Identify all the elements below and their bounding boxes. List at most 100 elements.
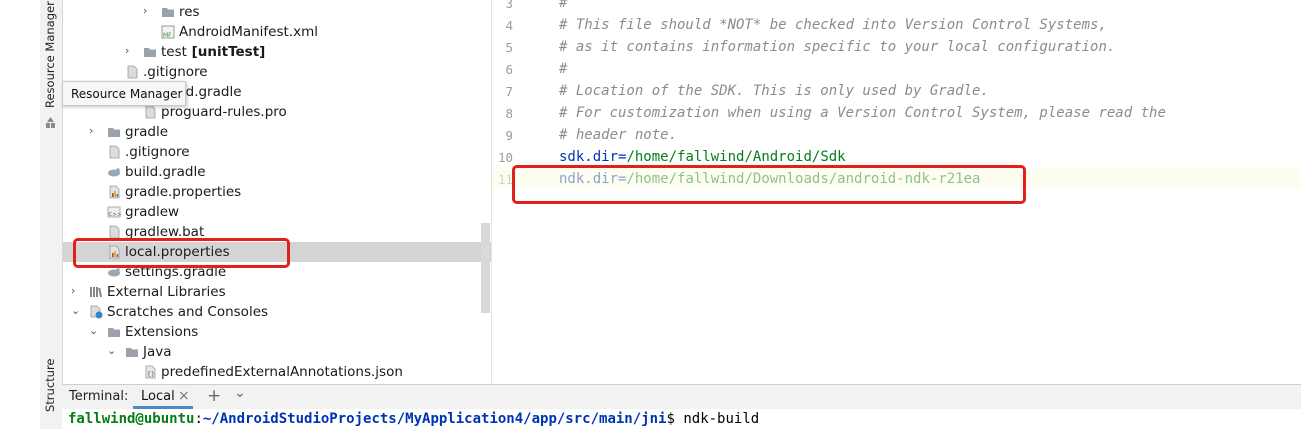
code-comment: # as it contains information specific to… [559,39,1116,55]
tree-item-text: test [161,44,187,60]
tree-item-label: .gitignore [143,63,208,81]
properties-icon [107,185,121,199]
tree-item-label: test [unitTest] [161,43,265,61]
tree-item-text: Scratches and Consoles [107,304,269,320]
scratch-icon [89,305,103,319]
tree-item-gradle-folder[interactable]: › gradle [63,122,491,142]
tree-scrollbar[interactable] [481,223,490,313]
project-tree: › res MF AndroidManifest.xml › test [unitTest… [63,0,491,383]
chevron-right-icon[interactable]: › [89,125,99,137]
line-number: 10 [497,150,513,165]
ndk-dir-highlight-box [512,165,1026,204]
tree-item-label: gradle.properties [125,183,241,201]
manifest-icon: MF [161,25,175,39]
code-line[interactable]: # [559,0,567,14]
script-icon: C>> [107,205,122,219]
terminal-tab-bar: Terminal: Local × + ⌄ [62,384,1301,410]
line-number: 5 [505,40,513,55]
structure-side-tab[interactable]: Structure [43,359,57,413]
close-icon[interactable]: × [178,388,190,404]
tree-item-test-unittest-folder[interactable]: › test [unitTest] [63,42,491,62]
tree-item-res-folder[interactable]: › res [63,2,491,22]
code-line[interactable]: # Location of the SDK. This is only used… [559,80,989,102]
tree-item-label: .gitignore [125,143,190,161]
chevron-down-icon[interactable]: ⌄ [234,385,246,401]
chevron-right-icon[interactable]: › [71,285,81,297]
line-number: 6 [505,62,513,77]
tree-item-text: build.gradle [125,164,206,180]
tree-item-androidmanifest-xml[interactable]: MF AndroidManifest.xml [63,22,491,42]
tree-item-gradle-properties[interactable]: gradle.properties [63,182,491,202]
terminal-label: Terminal: [69,389,129,404]
add-terminal-icon[interactable]: + [207,386,221,406]
folder-icon [107,325,121,339]
tree-item-text: gradle.properties [125,184,242,200]
line-number: 3 [505,0,513,11]
chevron-down-icon[interactable]: ⌄ [71,305,81,317]
tree-item-gitignore-root[interactable]: .gitignore [63,142,491,162]
chevron-down-icon[interactable]: ⌄ [107,345,117,357]
tree-item-predefined-external-annotations-json[interactable]: {} predefinedExternalAnnotations.json [63,362,491,382]
tree-item-text: gradlew [125,204,180,220]
resource-manager-side-tab[interactable]: Resource Manager [43,1,57,108]
terminal-body[interactable]: fallwind@ubuntu:~/AndroidStudioProjects/… [62,409,1301,429]
tree-item-label: Extensions [125,323,198,341]
terminal-tab-local[interactable]: Local × [133,385,193,409]
line-number: 11 [497,172,513,187]
line-number: 9 [505,128,513,143]
tree-item-text: predefinedExternalAnnotations.json [161,364,403,380]
terminal-path: ~/AndroidStudioProjects/MyApplication4/a… [202,411,667,427]
line-number: 8 [505,106,513,121]
resource-manager-icon[interactable] [45,114,56,128]
file-icon [107,145,121,159]
tree-item-label: External Libraries [107,283,226,301]
tree-item-label: AndroidManifest.xml [179,23,318,41]
code-line[interactable]: # [559,58,567,80]
tree-item-gitignore[interactable]: .gitignore [63,62,491,82]
file-icon [107,225,121,239]
chevron-right-icon[interactable]: › [143,5,153,17]
tree-item-label: Java [143,343,172,361]
chevron-down-icon[interactable]: ⌄ [89,325,99,337]
file-icon [143,105,157,119]
terminal-tab-local-label: Local [141,389,175,404]
svg-text:{}: {} [147,370,155,378]
tree-item-scratches-and-consoles[interactable]: ⌄ Scratches and Consoles [63,302,491,322]
tree-item-label: res [179,3,200,21]
folder-icon [107,125,121,139]
code-line[interactable]: # as it contains information specific to… [559,36,1115,58]
code-comment: # header note. [559,127,678,143]
folder-icon [143,45,157,59]
chevron-right-icon[interactable]: › [125,45,135,57]
tree-item-java-folder[interactable]: ⌄ Java [63,342,491,362]
tree-item-suffix: [unitTest] [186,44,266,60]
property-key: sdk.dir [559,149,619,165]
tree-item-text: .gitignore [143,64,208,80]
tree-item-label: predefinedExternalAnnotations.json [161,363,403,381]
tree-item-label: gradle [125,123,168,141]
tree-item-label: build.gradle [125,163,206,181]
terminal-user: fallwind@ubuntu [68,411,195,427]
tree-item-gradlew[interactable]: C>> gradlew [63,202,491,222]
code-comment: # [559,61,568,77]
tree-item-build-gradle-root[interactable]: build.gradle [63,162,491,182]
code-line[interactable]: # For customization when using a Version… [559,102,1166,124]
tree-item-external-libraries[interactable]: › External Libraries [63,282,491,302]
tree-item-text: AndroidManifest.xml [179,24,318,40]
terminal-line: fallwind@ubuntu:~/AndroidStudioProjects/… [68,411,759,427]
terminal-command: ndk-build [683,411,760,427]
tree-item-extensions-folder[interactable]: ⌄ Extensions [63,322,491,342]
library-icon [89,285,103,299]
local-properties-highlight-box [73,238,290,268]
resource-manager-tooltip: Resource Manager [62,81,186,106]
code-line[interactable]: # header note. [559,124,677,146]
line-number: 4 [505,18,513,33]
tree-item-label: Scratches and Consoles [107,303,268,321]
left-tool-strip: Resource Manager Structure [40,0,63,429]
gradle-icon [107,165,121,179]
terminal-prompt: $ [666,411,675,427]
tree-item-text: Java [143,344,172,360]
tree-item-text: gradle [125,124,169,140]
code-comment: # Location of the SDK. This is only used… [559,83,989,99]
code-line[interactable]: # This file should *NOT* be checked into… [559,14,1107,36]
